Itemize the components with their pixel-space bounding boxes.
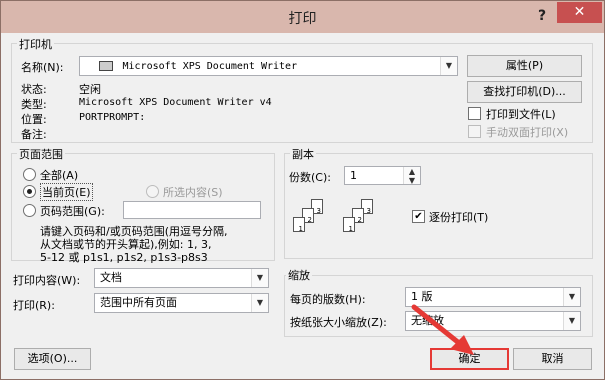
all-pages-radio[interactable]: [23, 168, 36, 181]
selection-radio: [146, 185, 159, 198]
red-arrow-annotation: [411, 304, 474, 355]
page-icon: 1: [293, 217, 305, 233]
print-to-file-checkbox[interactable]: [468, 107, 481, 120]
print-to-file-label[interactable]: 打印到文件(L): [486, 106, 556, 122]
print-what-value: 文档: [100, 271, 122, 284]
chevron-down-icon: ▼: [251, 269, 268, 287]
copies-count-label: 份数(C):: [289, 171, 331, 184]
current-page-radio[interactable]: [23, 185, 36, 198]
scale-label: 按纸张大小缩放(Z):: [290, 316, 387, 329]
print-what-select[interactable]: 文档 ▼: [94, 268, 269, 288]
find-printer-button[interactable]: 查找打印机(D)...: [467, 81, 582, 103]
type-value: Microsoft XPS Document Writer v4: [79, 97, 272, 108]
collate-checkbox[interactable]: ✔: [412, 210, 425, 223]
collate-label[interactable]: 逐份打印(T): [429, 209, 488, 225]
print-label: 打印(R):: [13, 299, 55, 312]
copies-legend: 副本: [290, 146, 316, 162]
copies-count-value: 1: [350, 169, 357, 182]
chevron-down-icon: ▼: [563, 312, 580, 330]
page-range-hint-3: 5-12 或 p1s1, p1s2, p1s3-p8s3: [40, 251, 208, 264]
properties-button[interactable]: 属性(P): [467, 55, 582, 77]
print-what-label: 打印内容(W):: [13, 274, 81, 287]
status-label: 状态:: [21, 83, 47, 96]
zoom-legend: 缩放: [286, 267, 312, 283]
location-value: PORTPROMPT:: [79, 112, 146, 123]
chevron-down-icon: ▼: [440, 57, 457, 75]
copies-count-input[interactable]: 1 ▲ ▼: [344, 166, 421, 185]
comment-label: 备注:: [21, 128, 47, 141]
selection-label: 所选内容(S): [163, 186, 223, 199]
print-value: 范围中所有页面: [100, 296, 177, 309]
current-page-label[interactable]: 当前页(E): [40, 183, 93, 201]
chevron-down-icon: ▼: [563, 288, 580, 306]
options-button[interactable]: 选项(O)...: [14, 348, 91, 370]
status-value: 空闲: [79, 83, 101, 96]
cancel-button[interactable]: 取消: [513, 348, 592, 370]
printer-select-value: Microsoft XPS Document Writer: [122, 61, 298, 72]
pages-per-sheet-label: 每页的版数(H):: [290, 293, 366, 306]
printer-legend: 打印机: [17, 36, 54, 52]
page-numbers-label[interactable]: 页码范围(G):: [40, 203, 105, 219]
title-bar: 打印 ? ✕: [1, 1, 604, 33]
spin-arrows-icon[interactable]: ▲ ▼: [403, 167, 420, 184]
page-numbers-radio[interactable]: [23, 204, 36, 217]
all-pages-label[interactable]: 全部(A): [40, 167, 78, 183]
manual-duplex-checkbox[interactable]: [468, 125, 481, 138]
dialog-title: 打印: [288, 11, 317, 27]
print-select[interactable]: 范围中所有页面 ▼: [94, 293, 269, 313]
type-label: 类型:: [21, 98, 47, 111]
printer-select[interactable]: Microsoft XPS Document Writer ▼: [79, 56, 458, 76]
help-button[interactable]: ?: [531, 6, 553, 26]
printer-name-label: 名称(N):: [21, 61, 64, 74]
page-range-legend: 页面范围: [17, 146, 65, 162]
chevron-down-icon: ▼: [251, 294, 268, 312]
manual-duplex-label: 手动双面打印(X): [486, 126, 569, 139]
close-button[interactable]: ✕: [557, 2, 602, 23]
print-dialog: 打印 ? ✕ 打印机 名称(N): Microsoft XPS Document…: [0, 0, 605, 380]
printer-icon: [99, 61, 113, 71]
location-label: 位置:: [21, 113, 47, 126]
page-icon: 1: [343, 217, 355, 233]
page-numbers-input[interactable]: [123, 201, 261, 219]
